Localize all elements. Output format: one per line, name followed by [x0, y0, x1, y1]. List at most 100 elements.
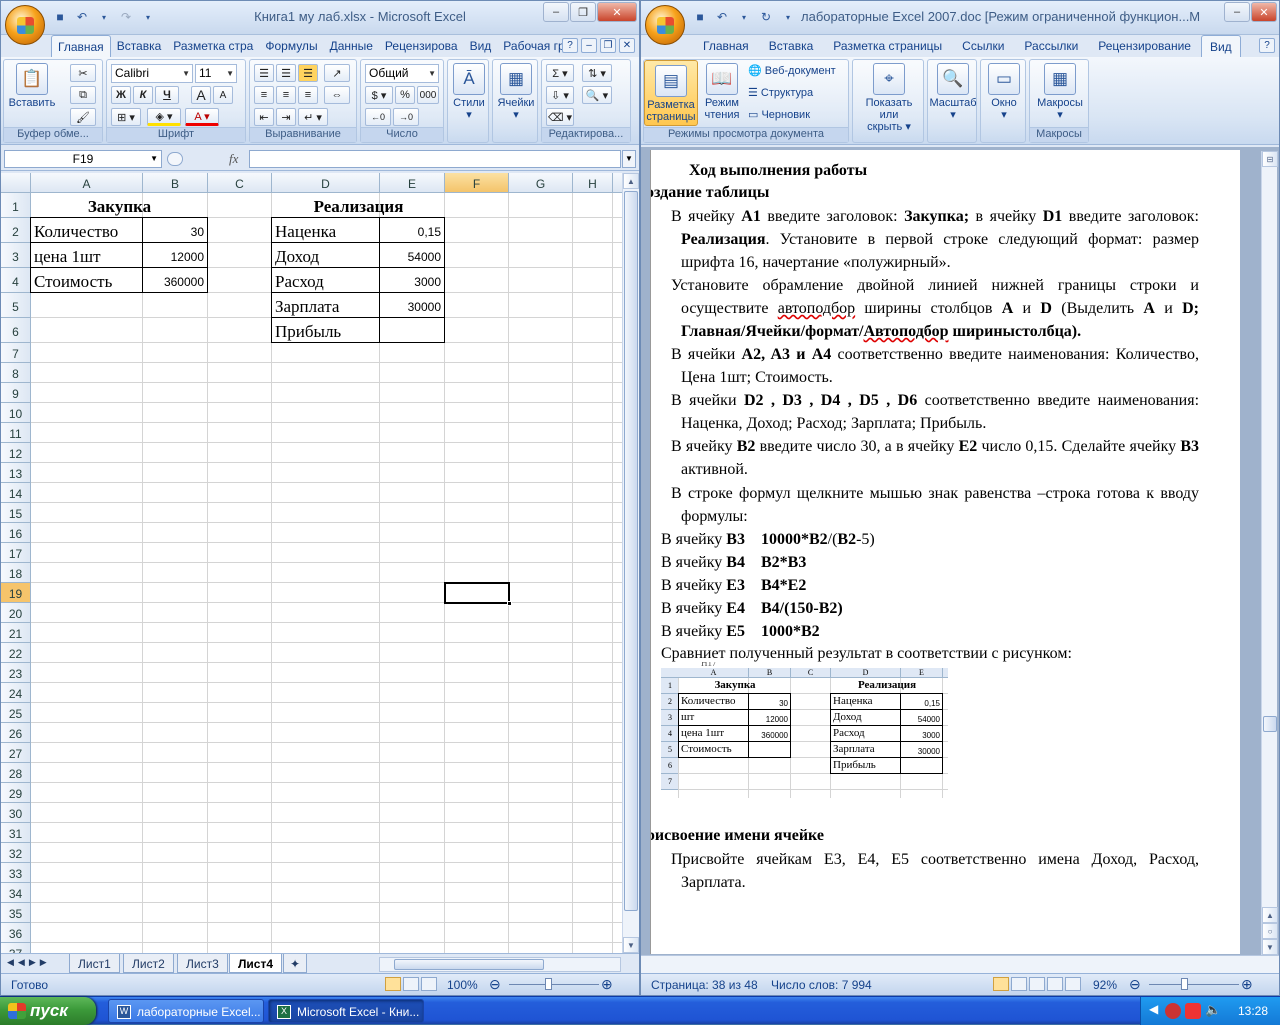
name-box[interactable]: F19 ▼	[4, 150, 162, 168]
print-layout-view-icon[interactable]	[993, 977, 1009, 991]
number-format-combo[interactable]: Общий ▼	[365, 64, 439, 83]
row-header-8[interactable]: 8	[1, 363, 31, 383]
normal-view-icon[interactable]	[385, 977, 401, 991]
word-horizontal-scrollbar[interactable]	[641, 955, 1279, 973]
sheet-tab-3[interactable]: Лист3	[177, 954, 228, 973]
zoom-level[interactable]: 100%	[447, 978, 478, 992]
scroll-down-icon[interactable]: ▼	[623, 937, 639, 953]
row-header-36[interactable]: 36	[1, 923, 31, 943]
tray-arrow-icon[interactable]: ◀	[1149, 1002, 1158, 1016]
formula-input[interactable]	[249, 150, 621, 168]
save-icon[interactable]: ■	[51, 8, 69, 26]
cell-e4[interactable]: 3000	[379, 267, 445, 293]
column-header-b[interactable]: B	[143, 173, 208, 192]
cell-d1[interactable]: Реализация	[272, 193, 445, 218]
tab-review[interactable]: Рецензирование	[1088, 35, 1201, 57]
row-header-12[interactable]: 12	[1, 443, 31, 463]
cell-a2[interactable]: Количество	[30, 217, 143, 243]
styles-button[interactable]: Ā Стили ▾	[443, 63, 495, 121]
row-header-6[interactable]: 6	[1, 318, 31, 343]
tab-review[interactable]: Рецензирова	[379, 35, 464, 57]
grow-font-button[interactable]: A	[191, 86, 211, 104]
cell-d2[interactable]: Наценка	[271, 217, 380, 243]
row-header-26[interactable]: 26	[1, 723, 31, 743]
cell-b4[interactable]: 360000	[142, 267, 208, 293]
row-header-3[interactable]: 3	[1, 243, 31, 268]
tab-view[interactable]: Вид	[464, 35, 498, 57]
align-center-icon[interactable]: ≡	[276, 86, 296, 104]
merge-cells-icon[interactable]: ⇔	[324, 86, 350, 104]
zoom-in-icon[interactable]: ⊕	[1241, 976, 1253, 993]
cell-a1[interactable]: Закупка	[31, 193, 208, 218]
taskbar-item-excel[interactable]: X Microsoft Excel - Кни...	[268, 999, 424, 1023]
chevron-down-icon[interactable]: ▾	[735, 8, 753, 26]
italic-button[interactable]: К	[133, 86, 153, 104]
cell-d4[interactable]: Расход	[271, 267, 380, 293]
previous-page-icon[interactable]: ▲	[1262, 907, 1278, 923]
show-hide-button[interactable]: ⌖ Показать или скрыть ▾	[861, 63, 917, 133]
row-header-9[interactable]: 9	[1, 383, 31, 403]
repeat-icon[interactable]: ↻	[757, 8, 775, 26]
tab-page-layout[interactable]: Разметка страницы	[823, 35, 952, 57]
zoom-out-icon[interactable]: ⊖	[489, 976, 501, 993]
window-button[interactable]: ▭ Окно ▾	[978, 63, 1030, 121]
scroll-up-icon[interactable]: ▲	[623, 173, 639, 189]
cell-e2[interactable]: 0,15	[379, 217, 445, 243]
align-right-icon[interactable]: ≡	[298, 86, 318, 104]
minimize-button[interactable]: –	[1224, 2, 1250, 22]
tab-formulas[interactable]: Формулы	[259, 35, 323, 57]
browse-object-icon[interactable]: ○	[1262, 923, 1278, 939]
undo-icon[interactable]: ↶	[713, 8, 731, 26]
cell-e5[interactable]: 30000	[379, 292, 445, 318]
cell-d5[interactable]: Зарплата	[271, 292, 380, 318]
antivirus-icon[interactable]	[1165, 1003, 1181, 1019]
zoom-level[interactable]: 92%	[1093, 978, 1117, 992]
clock[interactable]: 13:28	[1238, 1004, 1268, 1018]
autosum-icon[interactable]: Σ ▾	[546, 64, 574, 82]
align-left-icon[interactable]: ≡	[254, 86, 274, 104]
row-header-22[interactable]: 22	[1, 643, 31, 663]
reading-view-icon[interactable]	[1011, 977, 1027, 991]
print-layout-button[interactable]: ▤ Разметка страницы	[644, 60, 698, 126]
cut-icon[interactable]: ✂	[70, 64, 96, 82]
expand-formula-bar-icon[interactable]: ▼	[622, 150, 636, 168]
close-button[interactable]: ✕	[1251, 2, 1277, 22]
page-layout-view-icon[interactable]	[403, 977, 419, 991]
cells-button[interactable]: ▦ Ячейки ▾	[490, 63, 542, 121]
fill-handle[interactable]	[507, 601, 512, 606]
column-header-h[interactable]: H	[573, 173, 613, 192]
column-header-e[interactable]: E	[380, 173, 445, 192]
row-header-18[interactable]: 18	[1, 563, 31, 583]
close-button[interactable]: ✕	[597, 2, 637, 22]
chevron-down-icon[interactable]: ▾	[779, 8, 797, 26]
tab-view[interactable]: Вид	[1200, 35, 1241, 57]
select-all-button[interactable]	[1, 173, 31, 192]
chevron-down-icon[interactable]: ▾	[95, 8, 113, 26]
sort-filter-icon[interactable]: ⇅ ▾	[582, 64, 612, 82]
zoom-out-icon[interactable]: ⊖	[1129, 976, 1141, 993]
find-select-icon[interactable]: 🔍 ▾	[582, 86, 612, 104]
cell-b2[interactable]: 30	[142, 217, 208, 243]
zoom-in-icon[interactable]: ⊕	[601, 976, 613, 993]
restore-doc-button[interactable]: ❐	[600, 38, 616, 53]
row-header-17[interactable]: 17	[1, 543, 31, 563]
draft-view-icon[interactable]	[1065, 977, 1081, 991]
scroll-thumb[interactable]	[1263, 716, 1277, 732]
insert-sheet-icon[interactable]: ✦	[283, 954, 308, 973]
close-doc-button[interactable]: ✕	[619, 38, 635, 53]
font-size-combo[interactable]: 11 ▼	[195, 64, 237, 83]
align-bottom-icon[interactable]: ☰	[298, 64, 318, 82]
orientation-icon[interactable]: ↗	[324, 64, 350, 82]
zoom-slider-thumb[interactable]	[545, 978, 552, 990]
security-icon[interactable]	[1185, 1003, 1201, 1019]
page-break-view-icon[interactable]	[421, 977, 437, 991]
redo-icon[interactable]: ↷	[117, 8, 135, 26]
row-header-2[interactable]: 2	[1, 218, 31, 243]
row-header-33[interactable]: 33	[1, 863, 31, 883]
clear-icon[interactable]: ⌫ ▾	[546, 108, 574, 126]
excel-vertical-scrollbar[interactable]: ▲ ▼	[622, 173, 639, 953]
sheet-tab-4[interactable]: Лист4	[229, 954, 283, 973]
row-header-29[interactable]: 29	[1, 783, 31, 803]
copy-icon[interactable]: ⧉	[70, 86, 96, 104]
row-header-15[interactable]: 15	[1, 503, 31, 523]
